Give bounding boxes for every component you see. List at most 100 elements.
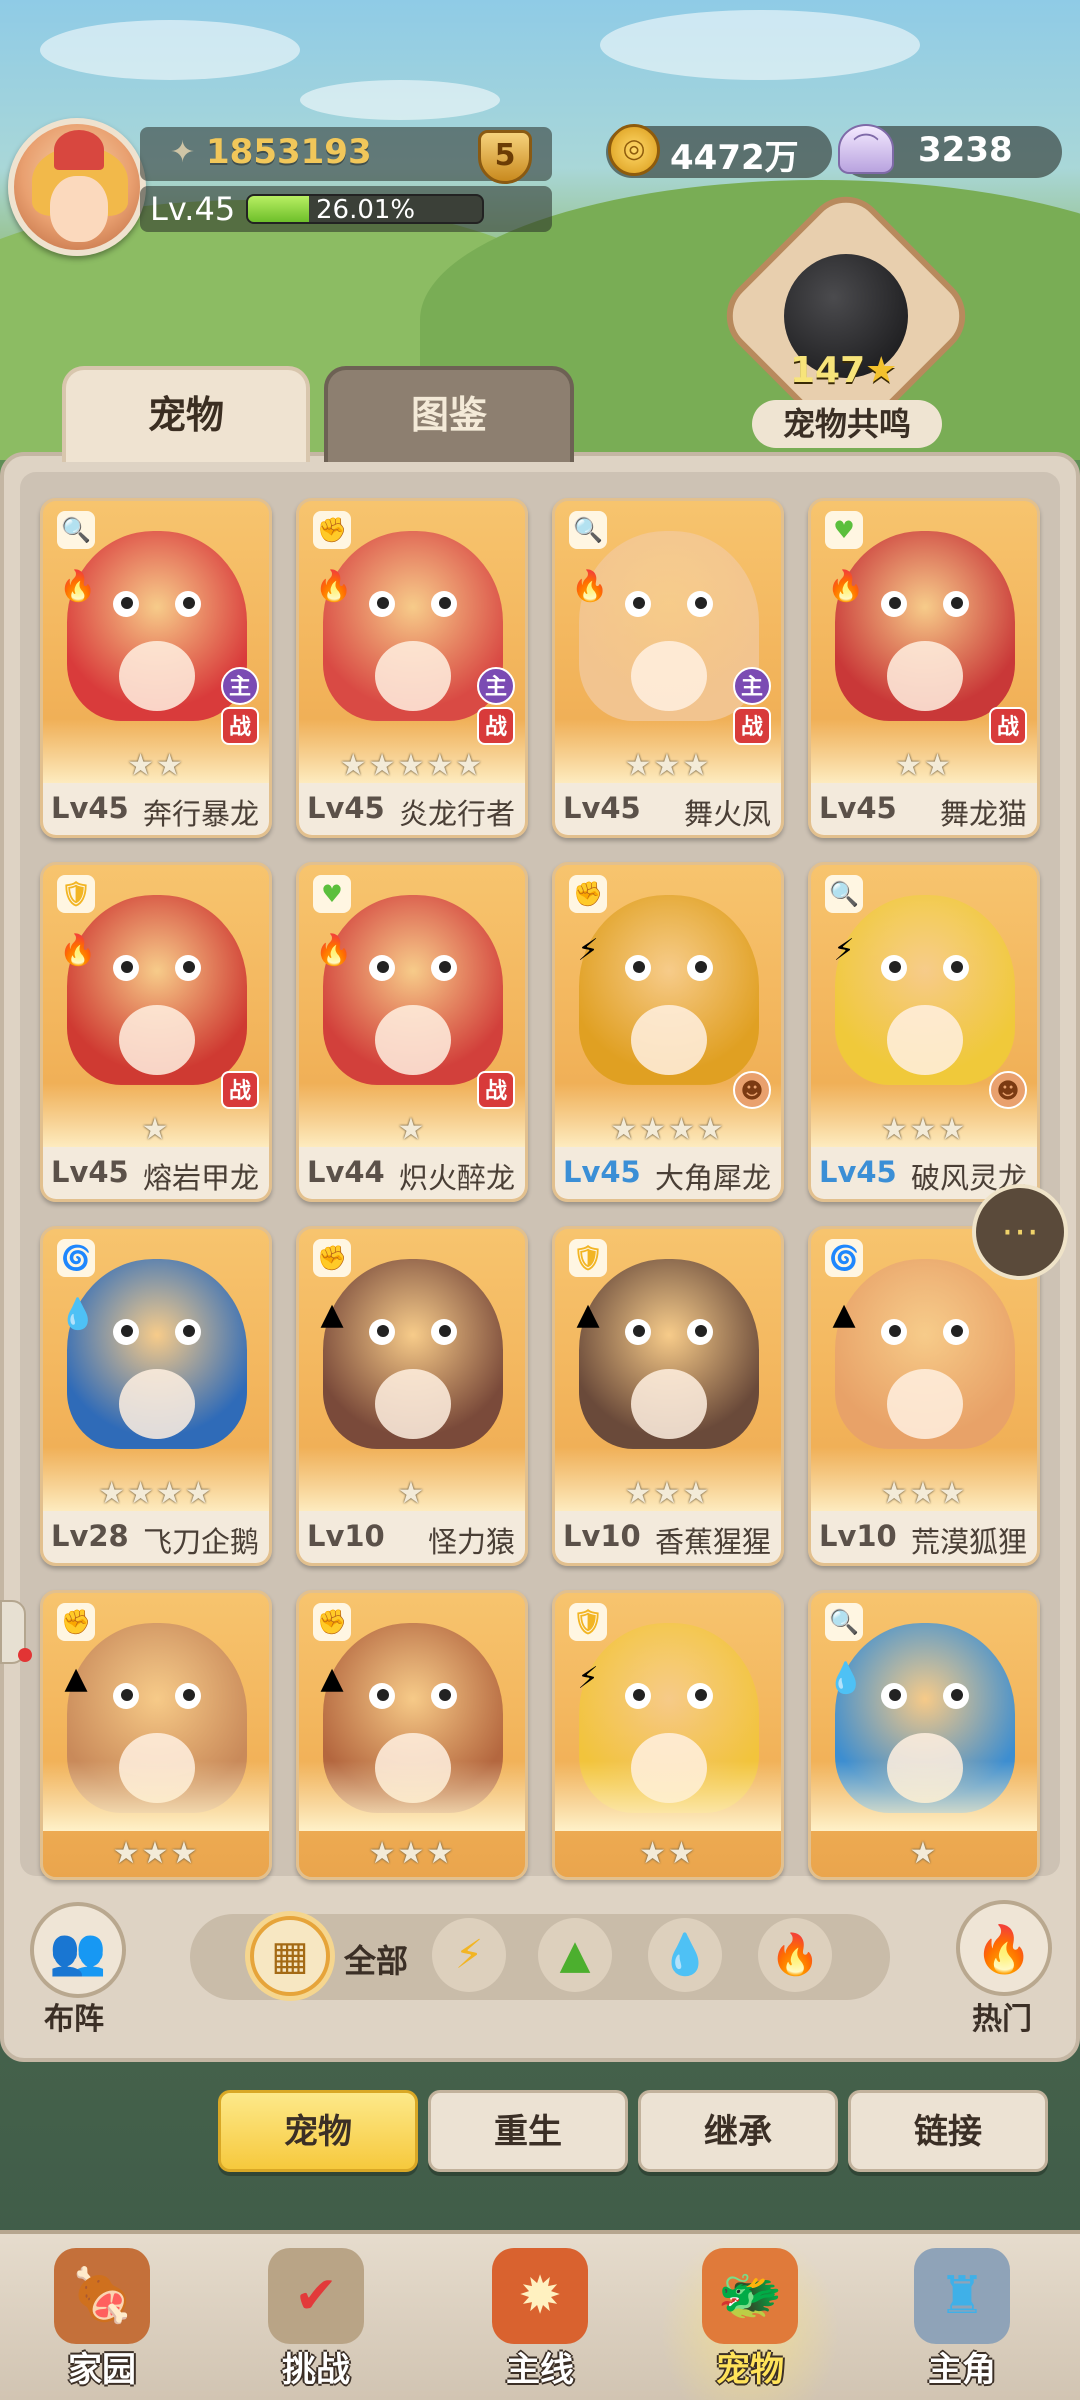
pet-card[interactable]: ✊ ▲ ★★★ — [296, 1590, 528, 1880]
pet-stars: ★★ — [127, 748, 185, 783]
pet-class-icon: 🌀 — [825, 1239, 863, 1277]
tab-pets[interactable]: 宠物 — [62, 366, 310, 462]
pet-class-icon: 🌀 — [57, 1239, 95, 1277]
main-badge: 主 — [221, 667, 259, 705]
pet-element-icon: 🔥 — [59, 569, 97, 604]
shell-icon: ⌒ — [838, 124, 894, 174]
pet-card[interactable]: 🛡 ▲ ★★★ Lv10 香蕉猩猩 — [552, 1226, 784, 1566]
nav-pets[interactable]: 🐲 宠物 — [660, 2230, 840, 2400]
battle-badge: 战 — [989, 707, 1027, 745]
pet-stars: ★ — [397, 1476, 427, 1511]
pet-label-bar: Lv45 舞火凤 — [555, 783, 781, 835]
formation-icon[interactable]: 👥 — [30, 1902, 126, 1998]
nav-home[interactable]: 🍖 家园 — [12, 2230, 192, 2400]
pet-element-icon: ▲ — [320, 1297, 344, 1332]
rebirth-button[interactable]: 重生 — [428, 2090, 628, 2172]
pet-stars: ★★★★★ — [339, 748, 485, 783]
emblem-badge: ☻ — [989, 1071, 1027, 1109]
pet-card[interactable]: 🔍 🔥 主战 ★★★ Lv45 舞火凤 — [552, 498, 784, 838]
pet-stars: ★ — [141, 1112, 171, 1147]
pet-level: Lv45 — [51, 791, 129, 825]
pet-card[interactable]: ♥ 🔥 战 ★ Lv44 炽火醉龙 — [296, 862, 528, 1202]
pet-name: 炽火醉龙 — [398, 1161, 515, 1195]
pet-stars: ★★★★ — [610, 1112, 726, 1147]
chat-icon[interactable]: ⋯ — [972, 1184, 1068, 1280]
pet-card[interactable]: 🔍 ⚡ ☻ ★★★ Lv45 破风灵龙 — [808, 862, 1040, 1202]
pet-stars: ★★ — [639, 1836, 697, 1871]
meat-icon: 🍖 — [54, 2248, 150, 2344]
pet-portrait — [67, 895, 247, 1085]
pet-name: 香蕉猩猩 — [654, 1525, 771, 1559]
pet-level: Lv10 — [563, 1519, 641, 1553]
pet-class-icon: ✊ — [313, 1239, 351, 1277]
pet-class-icon: ✊ — [569, 875, 607, 913]
pet-class-icon: ♥ — [825, 511, 863, 549]
gold-value: 4472万 — [670, 138, 799, 178]
player-avatar[interactable] — [8, 118, 146, 256]
pet-resonance-button[interactable]: 147★ 宠物共鸣 — [710, 180, 982, 452]
pet-card[interactable]: 🛡 ⚡ ★★ — [552, 1590, 784, 1880]
vip-badge[interactable]: 5 — [478, 130, 532, 184]
pet-label-bar: Lv10 香蕉猩猩 — [555, 1511, 781, 1563]
pet-level: Lv45 — [563, 791, 641, 825]
pet-stars: ★★★★ — [98, 1476, 214, 1511]
pet-stars: ★★★ — [368, 1836, 456, 1871]
nav-mainline[interactable]: ✹ 主线 — [450, 2230, 630, 2400]
pet-dragon-icon: 🐲 — [702, 2248, 798, 2344]
link-button[interactable]: 链接 — [848, 2090, 1048, 2172]
pet-stars: ★ — [397, 1112, 427, 1147]
filter-lightning-icon[interactable]: ⚡ — [432, 1918, 506, 1992]
pet-element-icon: ▲ — [320, 1661, 344, 1696]
pet-card[interactable]: ✊ ▲ ★★★ — [40, 1590, 272, 1880]
tab-codex[interactable]: 图鉴 — [324, 366, 574, 462]
pet-class-icon: 🔍 — [569, 511, 607, 549]
pet-name: 炎龙行者 — [398, 797, 515, 831]
inherit-button[interactable]: 继承 — [638, 2090, 838, 2172]
pet-card[interactable]: ✊ ▲ ★ Lv10 怪力猿 — [296, 1226, 528, 1566]
resonance-count: 147★ — [790, 350, 898, 391]
pet-card[interactable]: 🔍 💧 ★ — [808, 1590, 1040, 1880]
pet-portrait — [323, 531, 503, 721]
pet-card[interactable]: 🔍 🔥 主战 ★★ Lv45 奔行暴龙 — [40, 498, 272, 838]
pet-card[interactable]: ✊ 🔥 主战 ★★★★★ Lv45 炎龙行者 — [296, 498, 528, 838]
exp-percent: 26.01% — [316, 195, 416, 225]
pet-card[interactable]: 🌀 💧 ★★★★ Lv28 飞刀企鹅 — [40, 1226, 272, 1566]
filter-earth-icon[interactable]: ▲ — [538, 1918, 612, 1992]
filter-water-icon[interactable]: 💧 — [648, 1918, 722, 1992]
pet-element-icon: 💧 — [827, 1661, 865, 1696]
pet-portrait — [323, 895, 503, 1085]
nav-challenge[interactable]: ✔ 挑战 — [226, 2230, 406, 2400]
filter-fire-icon[interactable]: 🔥 — [758, 1918, 832, 1992]
filter-all-label[interactable]: 全部 — [344, 1936, 408, 1982]
battle-badge: 战 — [733, 707, 771, 745]
pet-label-bar: Lv28 飞刀企鹅 — [43, 1511, 269, 1563]
pet-label-bar: Lv45 大角犀龙 — [555, 1147, 781, 1199]
mainline-icon: ✹ — [492, 2248, 588, 2344]
pet-card[interactable]: 🛡 🔥 战 ★ Lv45 熔岩甲龙 — [40, 862, 272, 1202]
battle-badge: 战 — [221, 1071, 259, 1109]
power-icon: ✦ — [170, 135, 196, 170]
pet-card[interactable]: ✊ ⚡ ☻ ★★★★ Lv45 大角犀龙 — [552, 862, 784, 1202]
pet-element-icon: 💧 — [59, 1297, 97, 1332]
pet-level: Lv45 — [563, 1155, 641, 1189]
pet-level: Lv45 — [819, 791, 897, 825]
resonance-label: 宠物共鸣 — [752, 400, 942, 448]
pet-stars: ★★★ — [112, 1836, 200, 1871]
hot-fire-icon[interactable]: 🔥 — [956, 1900, 1052, 1996]
pet-label-bar: Lv45 炎龙行者 — [299, 783, 525, 835]
filter-all-icon[interactable]: ▦ — [250, 1916, 330, 1996]
pet-class-icon: 🛡 — [569, 1239, 607, 1277]
pet-label-bar: Lv45 熔岩甲龙 — [43, 1147, 269, 1199]
pets-action-button[interactable]: 宠物 — [218, 2090, 418, 2172]
pet-portrait — [67, 1259, 247, 1449]
pet-class-icon: 🔍 — [57, 511, 95, 549]
pet-element-icon: 🔥 — [571, 569, 609, 604]
pet-class-icon: 🔍 — [825, 875, 863, 913]
pet-portrait — [67, 531, 247, 721]
pet-portrait — [835, 895, 1015, 1085]
nav-hero[interactable]: ♜ 主角 — [872, 2230, 1052, 2400]
pet-class-icon: 🛡 — [569, 1603, 607, 1641]
pet-card[interactable]: ♥ 🔥 战 ★★ Lv45 舞龙猫 — [808, 498, 1040, 838]
pet-portrait — [323, 1259, 503, 1449]
pet-level: Lv45 — [819, 1155, 897, 1189]
